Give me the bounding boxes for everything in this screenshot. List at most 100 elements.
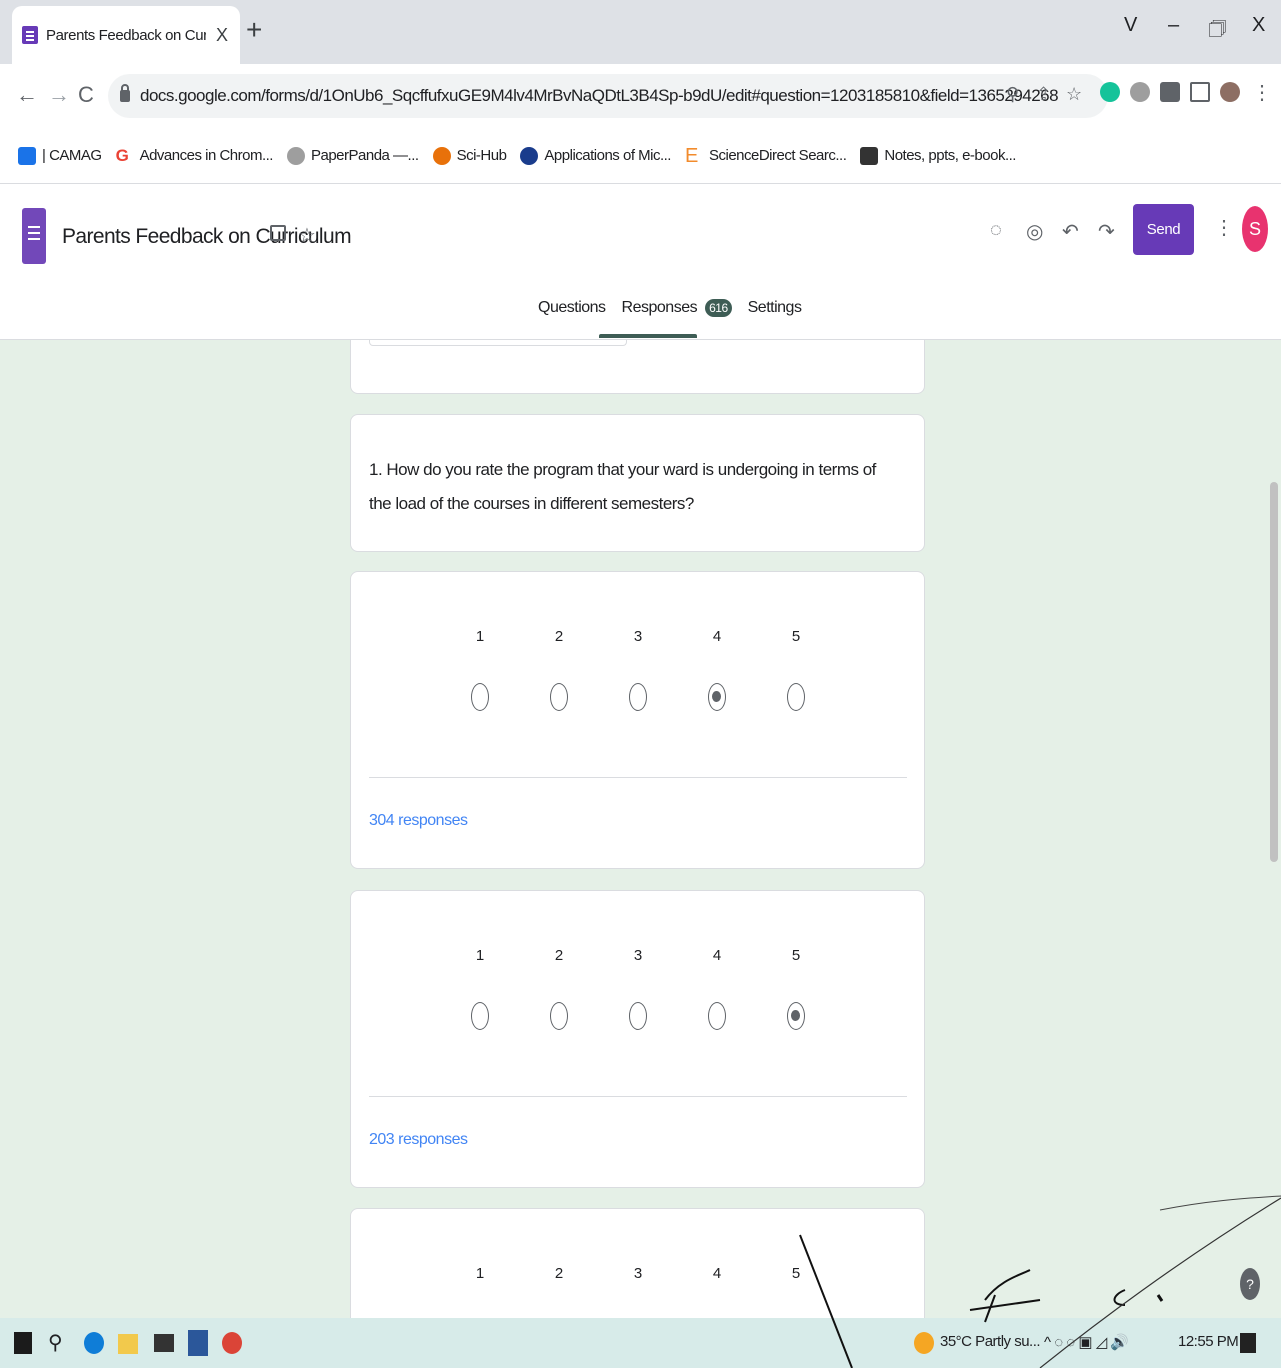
tray-icons[interactable]: ^ ◌ ◌ ▣ ◿ 🔊 xyxy=(1044,1333,1129,1351)
bookmark-notes-ppts[interactable]: Notes, ppts, e-book... xyxy=(860,146,1016,165)
store-icon[interactable] xyxy=(154,1334,174,1352)
bookmark-applications-of-mic[interactable]: Applications of Mic... xyxy=(520,146,671,165)
profile-icon[interactable] xyxy=(1220,82,1240,102)
scale-option-3: 3 xyxy=(623,1265,653,1282)
bookmark-label: | CAMAG xyxy=(42,147,102,164)
word-icon[interactable] xyxy=(188,1330,208,1356)
redo-icon[interactable]: ↷ xyxy=(1098,219,1115,244)
palette-icon[interactable]: ◌ xyxy=(990,219,1002,242)
lock-icon[interactable] xyxy=(120,84,130,102)
browser-tab[interactable]: Parents Feedback on Curriculum X xyxy=(12,6,240,64)
divider xyxy=(369,777,907,778)
more-options-icon[interactable]: ⋮ xyxy=(1214,215,1234,240)
responses-count-link[interactable]: 203 responses xyxy=(369,1131,468,1149)
browser-tab-strip: Parents Feedback on Curriculum X + V – 🗇… xyxy=(0,0,1281,64)
tab-questions[interactable]: Questions xyxy=(538,299,606,317)
star-icon[interactable]: ☆ xyxy=(298,223,316,248)
share-icon[interactable]: ⇪ xyxy=(1036,84,1051,105)
restore-button[interactable]: 🗇 xyxy=(1208,14,1227,48)
scale-option-1: 1 xyxy=(465,947,495,1030)
close-window-button[interactable]: X xyxy=(1252,14,1265,37)
scale-label: 3 xyxy=(633,947,643,964)
page-scrollbar[interactable] xyxy=(1270,482,1278,862)
bookmark-label: Applications of Mic... xyxy=(544,147,671,164)
tab-settings[interactable]: Settings xyxy=(748,299,802,317)
scale-label: 1 xyxy=(475,947,485,964)
avatar[interactable]: S xyxy=(1242,206,1268,252)
edge-browser-icon[interactable] xyxy=(84,1332,104,1354)
new-tab-button[interactable]: + xyxy=(246,16,262,44)
minimize-button[interactable]: – xyxy=(1168,14,1179,37)
move-to-folder-icon[interactable] xyxy=(270,225,286,241)
tab-responses[interactable]: Responses 616 xyxy=(622,299,732,317)
radio-button[interactable] xyxy=(708,1002,726,1030)
bookmark-paperpanda[interactable]: PaperPanda —... xyxy=(286,146,419,165)
responses-count-link[interactable]: 304 responses xyxy=(369,812,468,830)
radio-button-selected[interactable] xyxy=(708,683,726,711)
scale-label: 5 xyxy=(791,1265,801,1282)
panda-extension-icon[interactable] xyxy=(1130,82,1150,102)
weather-icon[interactable] xyxy=(914,1332,934,1354)
tab-search-button[interactable]: V xyxy=(1124,14,1137,37)
windows-start-icon[interactable] xyxy=(14,1332,32,1354)
tab-close-button[interactable]: X xyxy=(216,25,228,46)
weather-text[interactable]: 35°C Partly su... xyxy=(940,1333,1041,1350)
previous-answer-field[interactable] xyxy=(369,340,627,346)
response-card: 1 2 3 4 5 xyxy=(350,1208,925,1318)
help-icon[interactable]: ? xyxy=(1240,1268,1260,1300)
radio-button[interactable] xyxy=(471,1002,489,1030)
google-forms-logo-icon[interactable] xyxy=(22,208,46,264)
preview-eye-icon[interactable]: ◎ xyxy=(1026,219,1043,244)
radio-button-selected[interactable] xyxy=(787,1002,805,1030)
notification-icon[interactable] xyxy=(1240,1333,1256,1353)
url-text: docs.google.com/forms/d/1OnUb6_Sqcffufxu… xyxy=(140,86,1059,105)
scale-option-4: 4 xyxy=(702,1265,732,1282)
send-button[interactable]: Send xyxy=(1133,204,1194,255)
previous-question-card xyxy=(350,340,925,394)
address-bar[interactable]: docs.google.com/forms/d/1OnUb6_Sqcffufxu… xyxy=(108,74,1108,118)
forward-arrow-icon[interactable]: → xyxy=(48,82,70,108)
applications-icon xyxy=(520,146,539,165)
radio-button[interactable] xyxy=(629,1002,647,1030)
clock-time[interactable]: 12:55 PM xyxy=(1178,1333,1239,1350)
side-panel-icon[interactable] xyxy=(1190,82,1210,102)
zoom-icon[interactable]: ⚲ xyxy=(1006,84,1019,105)
scale-label: 5 xyxy=(791,947,801,964)
question-card: 1. How do you rate the program that your… xyxy=(350,414,925,552)
scale-label: 3 xyxy=(633,1265,643,1282)
radio-button[interactable] xyxy=(471,683,489,711)
bookmark-sci-hub[interactable]: Sci-Hub xyxy=(432,146,507,165)
notes-icon xyxy=(860,146,879,165)
google-icon: G xyxy=(115,145,129,165)
bookmark-advances-in-chrom[interactable]: G Advances in Chrom... xyxy=(115,145,274,165)
browser-menu-icon[interactable]: ⋮ xyxy=(1252,80,1272,104)
question-text: 1. How do you rate the program that your… xyxy=(369,460,876,513)
bookmark-label: Notes, ppts, e-book... xyxy=(884,147,1016,164)
scihub-icon xyxy=(432,146,451,165)
scale-option-5: 5 xyxy=(781,947,811,1030)
search-icon[interactable]: ⚲ xyxy=(48,1330,68,1356)
panda-icon xyxy=(286,146,305,165)
extensions-puzzle-icon[interactable] xyxy=(1160,82,1180,102)
bookmark-sciencedirect[interactable]: E ScienceDirect Searc... xyxy=(685,146,847,166)
undo-icon[interactable]: ↶ xyxy=(1062,219,1079,244)
scale-label: 5 xyxy=(791,628,801,645)
scale-option-2: 2 xyxy=(544,1265,574,1282)
divider xyxy=(369,1096,907,1097)
chrome-icon[interactable] xyxy=(222,1332,242,1354)
radio-button[interactable] xyxy=(629,683,647,711)
bookmark-star-icon[interactable]: ☆ xyxy=(1066,84,1082,105)
scale-option-1: 1 xyxy=(465,628,495,711)
google-forms-favicon-icon xyxy=(22,26,38,44)
grammarly-extension-icon[interactable] xyxy=(1100,82,1120,102)
radio-button[interactable] xyxy=(550,1002,568,1030)
scale-label: 3 xyxy=(633,628,643,645)
radio-button[interactable] xyxy=(550,683,568,711)
bookmark-camag[interactable]: | CAMAG xyxy=(18,146,102,165)
screen: Parents Feedback on Curriculum X + V – 🗇… xyxy=(0,0,1281,1368)
scale-option-3: 3 xyxy=(623,947,653,1030)
back-arrow-icon[interactable]: ← xyxy=(16,82,38,108)
file-explorer-icon[interactable] xyxy=(118,1334,138,1354)
reload-icon[interactable]: C xyxy=(78,82,94,108)
radio-button[interactable] xyxy=(787,683,805,711)
